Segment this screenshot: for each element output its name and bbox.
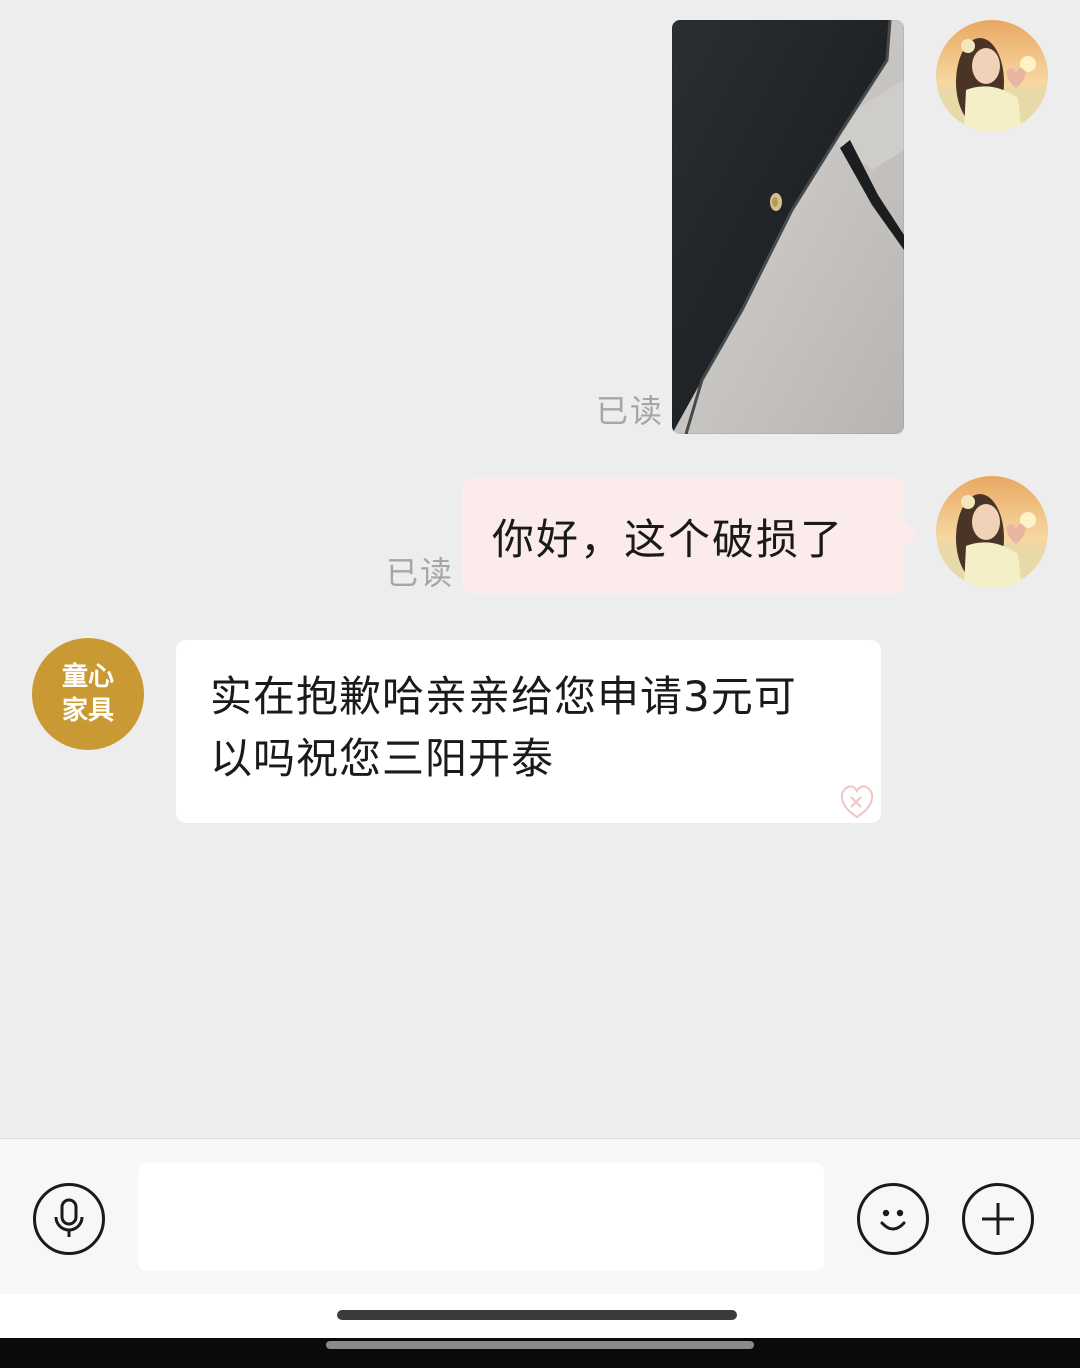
voice-button[interactable] (33, 1183, 105, 1255)
user-avatar[interactable] (936, 20, 1048, 132)
message-text: 你好，这个破损了 (492, 514, 845, 564)
plus-button[interactable] (962, 1183, 1034, 1255)
shop-avatar-line1: 童心 (61, 662, 114, 692)
home-indicator-area (0, 1294, 1080, 1338)
home-indicator[interactable] (337, 1310, 737, 1320)
received-message-bubble[interactable]: 实在抱歉哈亲亲给您申请3元可 以吗祝您三阳开泰 (176, 640, 881, 823)
message-input[interactable] (138, 1163, 824, 1271)
shop-avatar-line2: 家具 (61, 696, 114, 726)
emoji-icon (880, 1209, 906, 1231)
read-receipt: 已读 (386, 554, 455, 592)
bottom-strip-bar (326, 1341, 754, 1349)
sent-message-bubble[interactable]: 你好，这个破损了 (462, 478, 918, 594)
image-message[interactable] (672, 20, 904, 434)
user-avatar[interactable] (936, 476, 1048, 588)
message-text-line: 以吗祝您三阳开泰 (210, 734, 555, 783)
message-text-line: 实在抱歉哈亲亲给您申请3元可 (210, 672, 797, 721)
shop-avatar[interactable]: 童心 家具 (32, 638, 144, 750)
bubble-decoration-icon (840, 785, 874, 819)
user-avatar-image (936, 20, 1048, 132)
input-bar (0, 1138, 1080, 1294)
emoji-button[interactable] (857, 1183, 929, 1255)
microphone-icon (54, 1198, 84, 1237)
bottom-strip (0, 1338, 1080, 1368)
read-receipt: 已读 (596, 392, 665, 430)
plus-icon (982, 1203, 1014, 1235)
damaged-panel-photo (672, 20, 904, 434)
chat-area: 已读 已读 你好，这个破损了 童心 家具 实在抱歉哈亲亲给您申请3元可 以吗祝您… (0, 0, 1080, 1138)
user-avatar-image (936, 476, 1048, 588)
